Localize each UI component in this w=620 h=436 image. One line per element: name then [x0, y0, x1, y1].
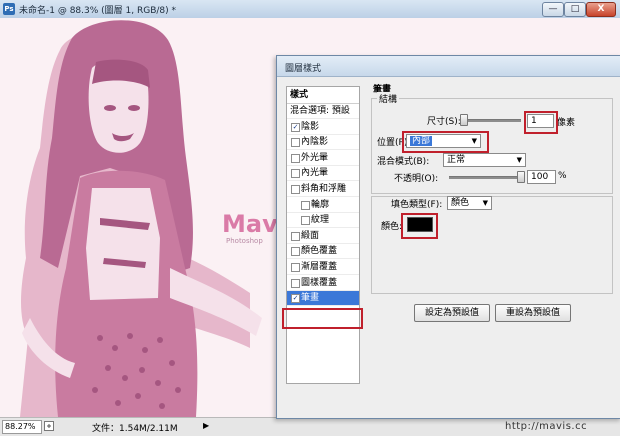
- opacity-input[interactable]: 100: [527, 170, 556, 184]
- checkbox[interactable]: [291, 138, 300, 148]
- opacity-slider-handle[interactable]: [517, 171, 525, 183]
- opacity-slider-track[interactable]: [449, 176, 521, 179]
- blend-mode-dropdown-icon: ▼: [516, 156, 522, 164]
- style-list-item[interactable]: 紋理: [287, 213, 359, 229]
- checkbox-checked[interactable]: ✓: [291, 294, 300, 304]
- opacity-unit: %: [558, 171, 567, 181]
- structure-group-label: 結構: [377, 92, 400, 105]
- make-default-button[interactable]: 設定為預設值: [414, 304, 490, 322]
- checkbox[interactable]: [291, 231, 300, 241]
- style-list-item[interactable]: ✓ 陰影: [287, 120, 359, 135]
- style-list-item[interactable]: 混合選項: 預設: [287, 104, 359, 119]
- watermark-logo-sub: Photoshop: [226, 237, 263, 245]
- style-list-item-label: 漸層覆蓋: [301, 262, 338, 272]
- style-list-item-label: 緞面: [301, 230, 320, 241]
- style-list-item-label: 內光暈: [301, 168, 329, 179]
- fill-type-value: 顏色: [451, 198, 470, 208]
- highlight-box-stroke-item: [282, 308, 363, 329]
- checkbox[interactable]: [291, 169, 300, 179]
- style-list-item[interactable]: 顏色覆蓋: [287, 244, 359, 260]
- style-list-item-label: 顏色覆蓋: [301, 246, 338, 257]
- window-title: 未命名-1 @ 88.3% (圖層 1, RGB/8) *: [19, 6, 176, 16]
- style-list-item-label: 輪廓: [311, 199, 330, 210]
- style-list-item[interactable]: 內光暈: [287, 166, 359, 182]
- checkbox[interactable]: [291, 153, 300, 163]
- size-slider-track[interactable]: [461, 119, 521, 122]
- color-label: 顏色:: [381, 222, 403, 232]
- blend-mode-select[interactable]: 正常 ▼: [443, 153, 526, 167]
- minimize-button[interactable]: —: [542, 2, 564, 17]
- style-list-item[interactable]: 緞面: [287, 229, 359, 244]
- style-list-item[interactable]: 內陰影: [287, 135, 359, 151]
- style-list-item[interactable]: 斜角和浮雕: [287, 182, 359, 197]
- layer-style-dialog: 圖層樣式 樣式 混合選項: 預設 ✓ 陰影 內陰影 外光暈 內光暈 斜角和浮雕 輪廓 紋理 緞面顏…: [276, 55, 620, 419]
- maximize-button[interactable]: □: [564, 2, 586, 17]
- checkbox-checked[interactable]: ✓: [291, 122, 300, 132]
- file-size-info: 文件：1.54M/2.11M: [92, 424, 178, 434]
- zoom-level-field[interactable]: 88.27%: [2, 420, 42, 434]
- fill-type-group: [371, 196, 613, 294]
- checkbox[interactable]: [301, 216, 310, 226]
- fill-type-label: 填色類型(F):: [389, 197, 445, 210]
- photoshop-app-icon[interactable]: Ps: [3, 3, 15, 15]
- style-list-item-label: 陰影: [301, 121, 320, 132]
- close-button[interactable]: X: [586, 2, 616, 17]
- status-menu-arrow-icon[interactable]: ▶: [203, 421, 209, 430]
- style-list-item-label: 斜角和浮雕: [301, 184, 347, 194]
- size-slider-handle[interactable]: [460, 114, 468, 126]
- style-list-header[interactable]: 樣式: [287, 87, 359, 104]
- status-info-icon[interactable]: [44, 421, 54, 431]
- dialog-title: 圖層樣式: [285, 64, 322, 74]
- style-list-item[interactable]: 外光暈: [287, 151, 359, 166]
- dialog-title-bar[interactable]: 圖層樣式: [277, 56, 620, 77]
- checkbox[interactable]: [291, 278, 300, 288]
- style-list-item-label: 內陰影: [301, 137, 329, 148]
- style-list-item[interactable]: ✓ 筆畫: [287, 291, 359, 307]
- fill-type-dropdown-icon: ▼: [482, 199, 488, 207]
- highlight-box-position: [402, 131, 489, 153]
- opacity-label: 不透明(O):: [394, 174, 439, 184]
- checkbox[interactable]: [291, 263, 300, 272]
- highlight-box-size: [524, 111, 558, 134]
- reset-default-button[interactable]: 重設為預設值: [495, 304, 571, 322]
- style-list-item[interactable]: 輪廓: [287, 198, 359, 213]
- style-list-item-label: 筆畫: [301, 293, 320, 304]
- size-label: 尺寸(S):: [427, 117, 461, 127]
- size-unit: 像素: [557, 118, 576, 128]
- style-list-item-label: 外光暈: [301, 152, 329, 163]
- style-list-item-label: 混合選項: 預設: [290, 106, 350, 116]
- style-list-item-label: 紋理: [311, 215, 330, 226]
- fill-type-select[interactable]: 顏色 ▼: [447, 196, 492, 210]
- style-list-item[interactable]: 漸層覆蓋: [287, 260, 359, 275]
- checkbox[interactable]: [291, 185, 300, 194]
- blend-mode-label: 混合模式(B):: [377, 157, 430, 167]
- blend-mode-value: 正常: [447, 155, 466, 165]
- style-list: 樣式 混合選項: 預設 ✓ 陰影 內陰影 外光暈 內光暈 斜角和浮雕 輪廓 紋理 緞面 顏色覆蓋 漸層…: [286, 86, 360, 384]
- highlight-box-color: [401, 213, 438, 239]
- style-list-item[interactable]: 圖樣覆蓋: [287, 276, 359, 291]
- title-bar: Ps 未命名-1 @ 88.3% (圖層 1, RGB/8) * — □ X: [0, 0, 620, 19]
- checkbox[interactable]: [291, 247, 300, 257]
- style-list-item-label: 圖樣覆蓋: [301, 277, 338, 288]
- site-watermark: http://mavis.cc: [505, 421, 588, 432]
- status-bar: 88.27% 文件：1.54M/2.11M ▶ http://mavis.cc: [0, 417, 620, 436]
- checkbox[interactable]: [301, 200, 310, 210]
